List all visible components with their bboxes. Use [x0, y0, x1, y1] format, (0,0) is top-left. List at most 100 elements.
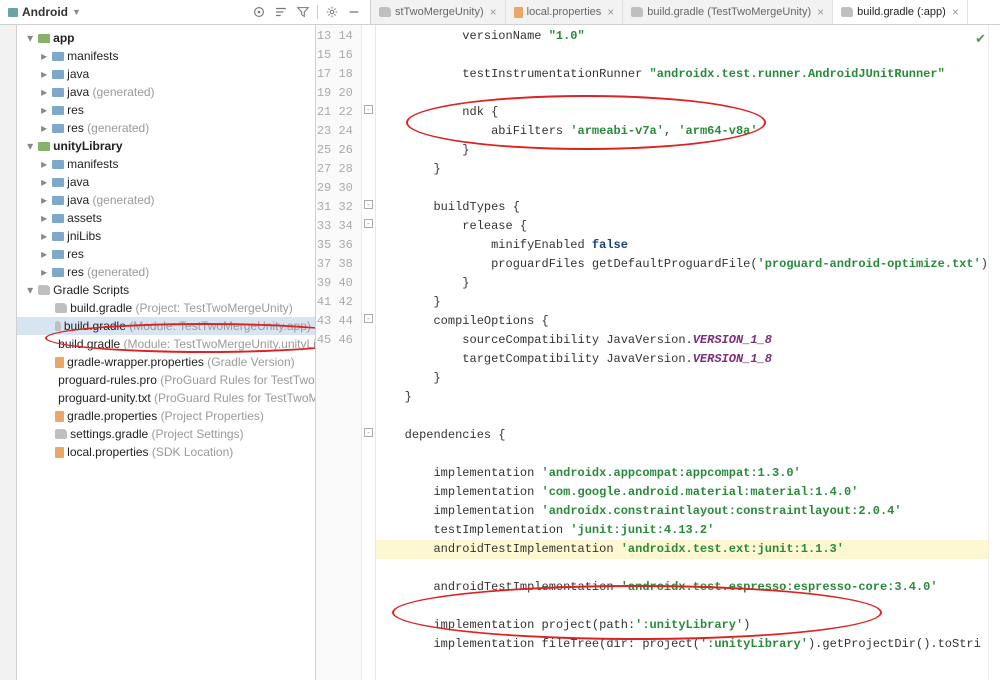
main-area: ▾app ▸manifests ▸java ▸java (generated) … — [0, 25, 1000, 680]
tree-node-app[interactable]: ▾ app — [17, 29, 315, 47]
tree-node-java-gen[interactable]: ▸java (generated) — [17, 83, 315, 101]
gradle-icon — [55, 429, 67, 439]
tree-node-res[interactable]: ▸res — [17, 245, 315, 263]
chevron-down-icon: ▼ — [72, 7, 81, 17]
tree-label: build.gradle (Module: TestTwoMergeUnity.… — [58, 337, 316, 351]
folder-icon — [52, 106, 64, 115]
gear-icon[interactable] — [324, 4, 340, 20]
chevron-right-icon: ▸ — [39, 159, 49, 169]
filter-icon[interactable] — [295, 4, 311, 20]
sort-icon[interactable] — [273, 4, 289, 20]
file-icon — [514, 7, 523, 18]
tree-label: res (generated) — [67, 121, 149, 135]
tree-node-java[interactable]: ▸java — [17, 65, 315, 83]
view-switcher[interactable]: Android ▼ — [8, 5, 245, 19]
tree-node-manifests[interactable]: ▸ manifests — [17, 155, 315, 173]
left-tool-sidebar[interactable] — [0, 25, 17, 680]
tree-node-java-gen[interactable]: ▸ java (generated) — [17, 191, 315, 209]
close-icon[interactable]: × — [490, 5, 497, 19]
project-tree-panel: ▾app ▸manifests ▸java ▸java (generated) … — [17, 25, 316, 680]
tree-node-buildgradle-app[interactable]: build.gradle (Module: TestTwoMergeUnity.… — [17, 317, 315, 335]
error-stripe[interactable] — [988, 25, 1000, 680]
chevron-right-icon: ▸ — [39, 231, 49, 241]
close-icon[interactable]: × — [817, 5, 824, 19]
tree-node-settings-gradle[interactable]: settings.gradle (Project Settings) — [17, 425, 315, 443]
fold-marker[interactable]: - — [364, 428, 373, 437]
tree-node-gradle-wrapper[interactable]: gradle-wrapper.properties (Gradle Versio… — [17, 353, 315, 371]
line-gutter: 13 14 15 16 17 18 19 20 21 22 23 24 25 2… — [316, 25, 362, 680]
chevron-right-icon: ▸ — [39, 213, 49, 223]
tree-node-jnilibs[interactable]: ▸ jniLibs — [17, 227, 315, 245]
folder-icon — [52, 232, 64, 241]
tree-label: build.gradle (Module: TestTwoMergeUnity.… — [64, 319, 311, 333]
top-bar: Android ▼ stTwoMergeUnity)×local.propert… — [0, 0, 1000, 25]
tree-node-manifests[interactable]: ▸manifests — [17, 47, 315, 65]
tree-node-gradle-properties[interactable]: gradle.properties (Project Properties) — [17, 407, 315, 425]
fold-marker[interactable]: - — [364, 314, 373, 323]
tree-node-proguard-unity[interactable]: proguard-unity.txt (ProGuard Rules for T… — [17, 389, 315, 407]
module-icon — [38, 34, 50, 43]
file-icon — [55, 357, 64, 368]
file-icon — [55, 447, 64, 458]
tree-node-res-gen[interactable]: ▸ res (generated) — [17, 119, 315, 137]
tree-label: manifests — [67, 49, 118, 63]
tree-node-res-gen[interactable]: ▸res (generated) — [17, 263, 315, 281]
close-icon[interactable]: × — [607, 5, 614, 19]
tree-label: java (generated) — [67, 193, 154, 207]
editor-tab[interactable]: build.gradle (TestTwoMergeUnity) × — [623, 0, 833, 24]
tab-label: build.gradle (TestTwoMergeUnity) — [647, 6, 811, 18]
inspection-ok-icon[interactable]: ✔ — [975, 31, 986, 47]
tree-label: res — [67, 103, 84, 117]
folder-icon — [52, 70, 64, 79]
tree-node-buildgradle-project[interactable]: build.gradle (Project: TestTwoMergeUnity… — [17, 299, 315, 317]
tree-label: gradle-wrapper.properties (Gradle Versio… — [67, 355, 294, 369]
tree-node-res[interactable]: ▸res — [17, 101, 315, 119]
tree-node-proguard-rules[interactable]: proguard-rules.pro (ProGuard Rules for T… — [17, 371, 315, 389]
tree-label: local.properties (SDK Location) — [67, 445, 233, 459]
code-editor[interactable]: 13 14 15 16 17 18 19 20 21 22 23 24 25 2… — [316, 25, 1000, 680]
tree-label: app — [53, 31, 74, 45]
code-area[interactable]: versionName "1.0" testInstrumentationRun… — [376, 25, 988, 680]
chevron-right-icon: ▸ — [39, 195, 49, 205]
tree-node-buildgradle-lib[interactable]: build.gradle (Module: TestTwoMergeUnity.… — [17, 335, 315, 353]
project-tree: ▾app ▸manifests ▸java ▸java (generated) … — [17, 25, 315, 465]
tab-label: build.gradle (:app) — [857, 6, 946, 18]
tree-node-java[interactable]: ▸ java — [17, 173, 315, 191]
module-icon — [38, 142, 50, 151]
tree-node-assets[interactable]: ▸ assets — [17, 209, 315, 227]
folder-icon — [52, 178, 64, 187]
editor-tab[interactable]: stTwoMergeUnity)× — [371, 0, 506, 24]
chevron-right-icon: ▸ — [39, 177, 49, 187]
editor-tab[interactable]: build.gradle (:app) × — [833, 0, 968, 24]
tree-label: jniLibs — [67, 229, 101, 243]
close-icon[interactable]: × — [952, 5, 959, 19]
tree-node-local-properties[interactable]: local.properties (SDK Location) — [17, 443, 315, 461]
gradle-icon — [55, 321, 61, 331]
tree-label: assets — [67, 211, 102, 225]
editor-tab[interactable]: local.properties × — [506, 0, 624, 24]
folder-icon — [52, 124, 64, 133]
tree-label: manifests — [67, 157, 118, 171]
tree-node-unitylibrary[interactable]: ▾unityLibrary — [17, 137, 315, 155]
fold-marker[interactable]: - — [364, 219, 373, 228]
tree-label: gradle.properties (Project Properties) — [67, 409, 264, 423]
minimize-icon[interactable] — [346, 4, 362, 20]
gradle-icon — [631, 7, 643, 17]
fold-marker[interactable]: - — [364, 200, 373, 209]
fold-strip[interactable]: - - - - - — [362, 25, 376, 680]
tree-node-gradle-scripts[interactable]: ▾Gradle Scripts — [17, 281, 315, 299]
tree-label: proguard-rules.pro (ProGuard Rules for T… — [58, 373, 316, 387]
fold-marker[interactable]: - — [364, 105, 373, 114]
tab-label: local.properties — [527, 6, 602, 18]
folder-icon — [52, 268, 64, 277]
folder-icon — [52, 250, 64, 259]
gradle-icon — [841, 7, 853, 17]
folder-icon — [52, 88, 64, 97]
target-icon[interactable] — [251, 4, 267, 20]
chevron-right-icon: ▸ — [39, 123, 49, 133]
tree-label: settings.gradle (Project Settings) — [70, 427, 243, 441]
tree-label: java — [67, 175, 89, 189]
tree-label: Gradle Scripts — [53, 283, 129, 297]
chevron-down-icon: ▾ — [25, 33, 35, 43]
file-icon — [55, 411, 64, 422]
